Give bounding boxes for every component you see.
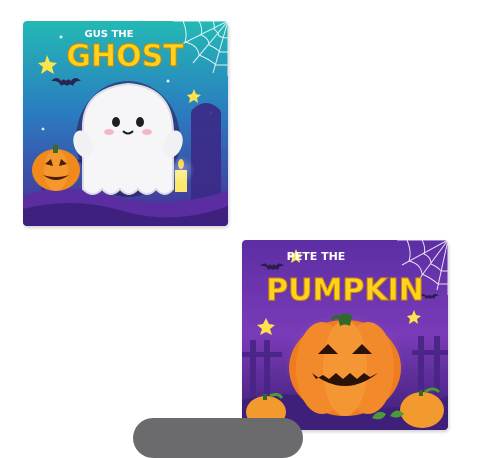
- book-cover-gus-the-ghost[interactable]: GUS THE GHOST: [23, 21, 228, 226]
- pumpkin-cover-art: PETE THE PUMPKIN: [242, 240, 448, 430]
- ghost-cover-art: GUS THE GHOST: [23, 21, 228, 226]
- book-cover-pete-the-pumpkin[interactable]: PETE THE PUMPKIN: [242, 240, 448, 430]
- book-title-small: PETE THE: [287, 250, 346, 263]
- book-title-big: GHOST: [66, 39, 184, 74]
- book-title-big: PUMPKIN: [266, 273, 424, 308]
- overlay-bar[interactable]: [133, 418, 303, 458]
